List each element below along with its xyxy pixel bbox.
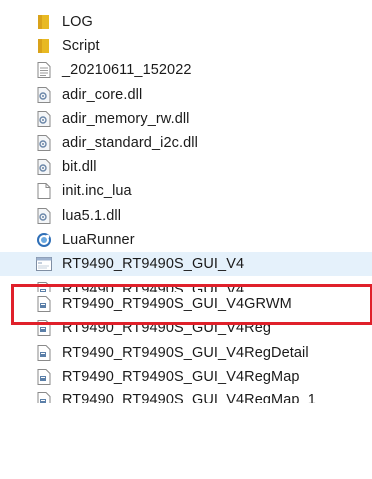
file-name: adir_core.dll — [62, 86, 143, 103]
file-name: bit.dll — [62, 159, 97, 176]
file-name: RT9490_RT9490S_GUI_V4 — [62, 282, 245, 293]
dll-file-icon — [36, 207, 52, 224]
dll-file-icon — [36, 110, 52, 127]
file-name: _20210611_152022 — [62, 62, 192, 79]
file-item-lua51-dll[interactable]: lua5.1.dll — [0, 204, 372, 228]
file-item-log-text[interactable]: _20210611_152022 — [0, 58, 372, 82]
file-name: LOG — [62, 14, 93, 31]
application-icon — [36, 256, 52, 272]
file-item-luarunner[interactable]: LuaRunner — [0, 228, 372, 252]
dll-file-icon — [36, 86, 52, 103]
file-item-adir-standard-i2c-dll[interactable]: adir_standard_i2c.dll — [0, 131, 372, 155]
file-item-rt9490-gui-v4regmap-1[interactable]: RT9490_RT9490S_GUI_V4RegMap_1 — [0, 389, 372, 403]
script-file-icon — [36, 320, 52, 337]
script-file-icon — [36, 368, 52, 385]
file-item-rt9490-gui-v4regdetail[interactable]: RT9490_RT9490S_GUI_V4RegDetail — [0, 340, 372, 364]
file-name: RT9490_RT9490S_GUI_V4RegMap — [62, 368, 300, 385]
file-name: RT9490_RT9490S_GUI_V4 — [62, 255, 245, 272]
file-name: lua5.1.dll — [62, 207, 122, 224]
file-item-rt9490-gui-v4-script[interactable]: RT9490_RT9490S_GUI_V4 — [0, 276, 372, 293]
script-file-icon — [36, 282, 52, 293]
file-item-rt9490-gui-v4regmap[interactable]: RT9490_RT9490S_GUI_V4RegMap — [0, 365, 372, 389]
script-file-icon — [36, 296, 52, 313]
script-file-icon — [36, 391, 52, 403]
file-name: init.inc_lua — [62, 183, 132, 200]
blank-file-icon — [36, 183, 52, 200]
file-name: LuaRunner — [62, 231, 135, 248]
file-name: RT9490_RT9490S_GUI_V4RegDetail — [62, 344, 309, 361]
file-item-adir-memory-rw-dll[interactable]: adir_memory_rw.dll — [0, 107, 372, 131]
file-item-bit-dll[interactable]: bit.dll — [0, 155, 372, 179]
folder-icon — [36, 38, 52, 54]
file-name: adir_memory_rw.dll — [62, 110, 190, 127]
file-name: RT9490_RT9490S_GUI_V4RegMap_1 — [62, 391, 316, 403]
file-name: adir_standard_i2c.dll — [62, 135, 198, 152]
file-item-log[interactable]: LOG — [0, 10, 372, 34]
file-item-rt9490-gui-v4-application[interactable]: RT9490_RT9490S_GUI_V4 — [0, 251, 372, 277]
file-item-adir-core-dll[interactable]: adir_core.dll — [0, 83, 372, 107]
file-name: RT9490_RT9490S_GUI_V4Reg — [62, 320, 272, 337]
file-item-script[interactable]: Script — [0, 34, 372, 58]
folder-icon — [36, 14, 52, 30]
file-name: Script — [62, 38, 100, 55]
script-file-icon — [36, 344, 52, 361]
file-item-rt9490-gui-v4grwm[interactable]: RT9490_RT9490S_GUI_V4GRWM — [0, 292, 372, 316]
file-item-rt9490-gui-v4reg[interactable]: RT9490_RT9490S_GUI_V4Reg — [0, 316, 372, 340]
file-name: RT9490_RT9490S_GUI_V4GRWM — [62, 296, 292, 313]
file-item-init-inc-lua[interactable]: init.inc_lua — [0, 179, 372, 203]
dll-file-icon — [36, 159, 52, 176]
text-file-icon — [36, 62, 52, 79]
lua-runner-icon — [36, 232, 52, 248]
file-list: LOG Script _20210611_152022 adir_core.dl… — [0, 10, 372, 403]
dll-file-icon — [36, 135, 52, 152]
